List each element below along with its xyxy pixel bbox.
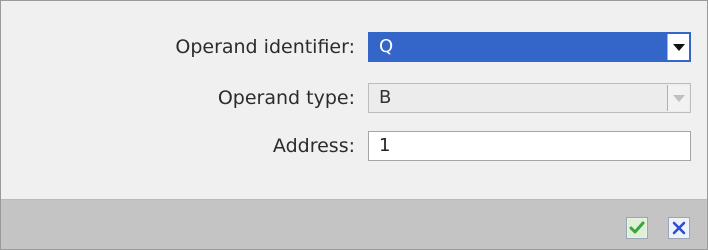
operand-identifier-dropdown-button[interactable]: [667, 34, 689, 60]
operand-identifier-value: Q: [379, 36, 394, 57]
chevron-down-icon: [673, 44, 685, 51]
operand-identifier-label: Operand identifier:: [175, 36, 355, 58]
operand-form: Operand identifier: Q Operand type: B Ad…: [1, 1, 707, 199]
operand-type-dropdown-button[interactable]: [667, 85, 689, 111]
operand-type-value: B: [379, 87, 392, 108]
dialog-footer: [1, 199, 707, 249]
operand-type-dropdown[interactable]: B: [368, 83, 691, 113]
operand-type-label: Operand type:: [217, 87, 355, 109]
chevron-down-icon: [673, 95, 685, 102]
operand-identifier-dropdown[interactable]: Q: [368, 32, 691, 62]
confirm-button[interactable]: [626, 217, 648, 239]
address-label: Address:: [272, 135, 355, 157]
checkmark-icon: [628, 219, 646, 237]
operand-dialog: Operand identifier: Q Operand type: B Ad…: [0, 0, 708, 250]
close-icon: [672, 221, 686, 235]
cancel-button[interactable]: [668, 217, 690, 239]
address-value: 1: [379, 135, 391, 156]
address-input[interactable]: 1: [368, 131, 691, 161]
